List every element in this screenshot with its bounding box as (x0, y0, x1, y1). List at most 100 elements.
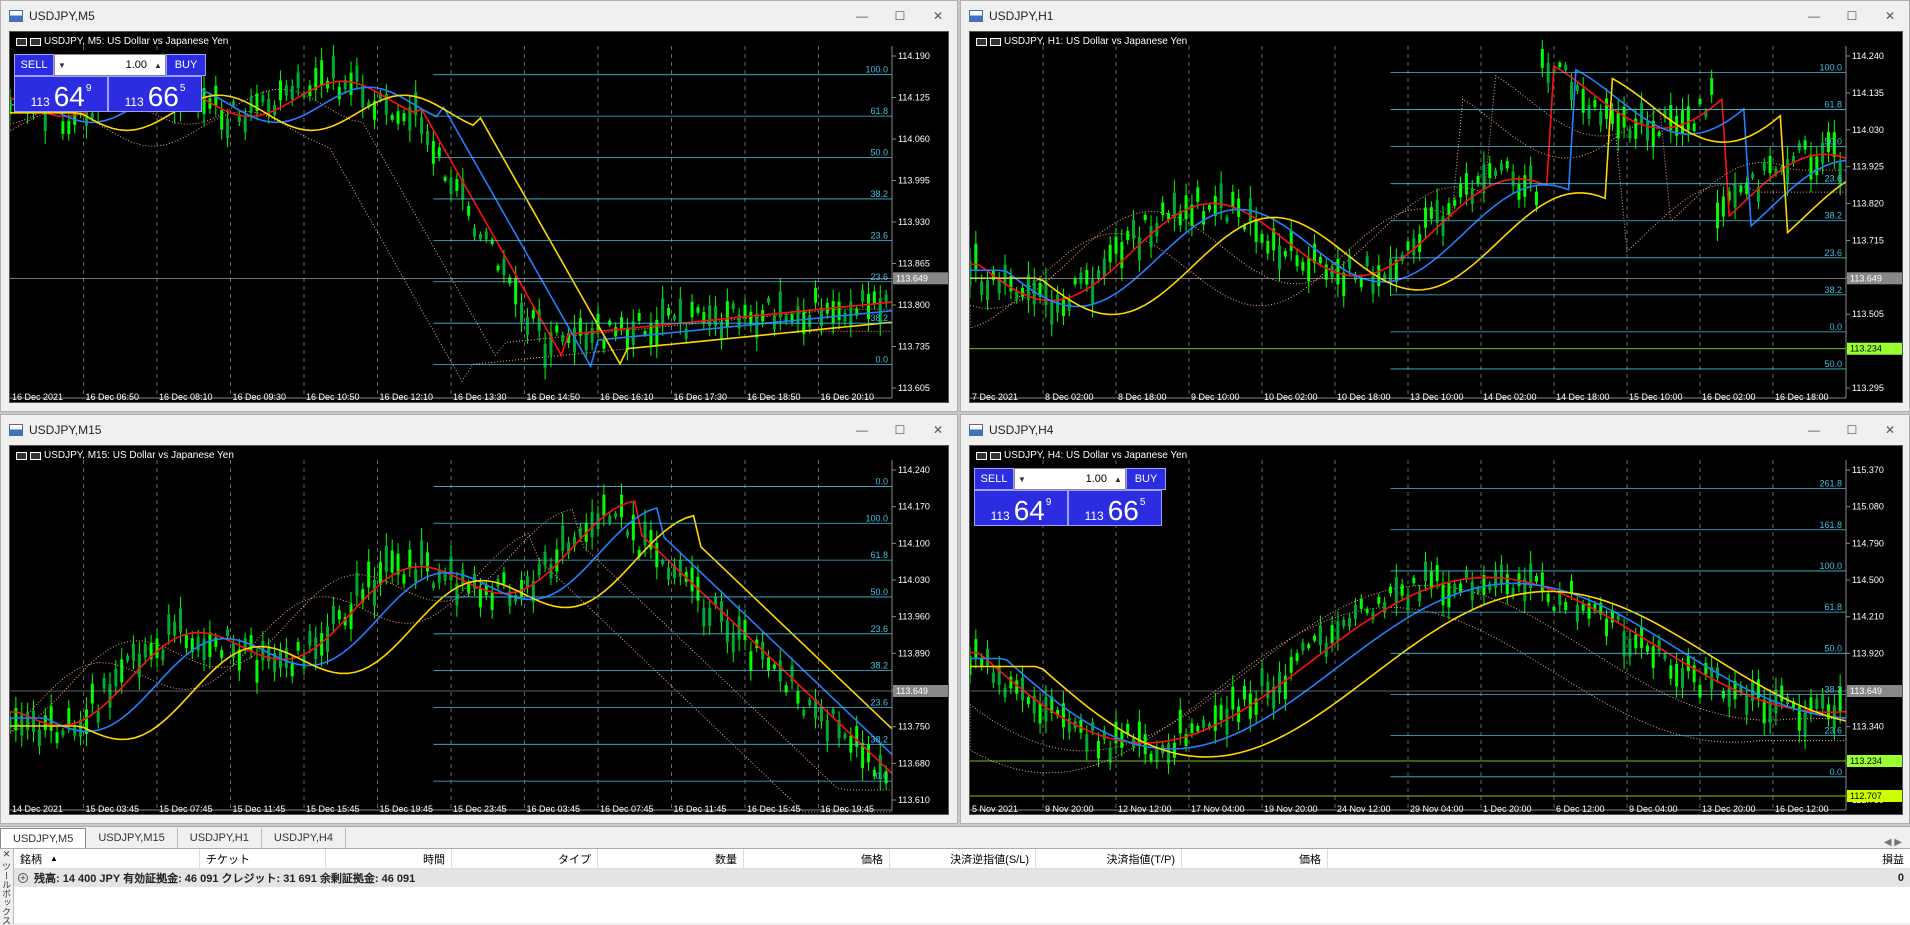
tab-usdjpy-m15[interactable]: USDJPY,M15 (86, 828, 178, 848)
lot-increase-icon[interactable]: ▲ (1111, 475, 1125, 484)
candle-body (114, 668, 118, 687)
candle-body (661, 560, 665, 565)
close-icon[interactable]: ✕ (1871, 423, 1909, 437)
candle-body (1459, 183, 1463, 198)
column-ticket[interactable]: チケット (200, 849, 326, 868)
candle-body (1412, 238, 1416, 256)
column-type[interactable]: タイプ (452, 849, 598, 868)
candle-body (1260, 668, 1264, 686)
price-chart[interactable]: USDJPY, M15: US Dollar vs Japanese Yen 0… (9, 445, 949, 815)
tab-scroll-arrows[interactable]: ◀ ▶ (1884, 837, 1910, 848)
lot-size-field[interactable]: ▼▲ (54, 54, 166, 76)
price-tick-label: 113.995 (898, 176, 930, 186)
candle-body (543, 344, 547, 368)
column-price[interactable]: 価格 (744, 849, 890, 868)
time-tick-label: 16 Dec 11:45 (674, 804, 727, 814)
candle-body (667, 567, 671, 580)
candle-body (1470, 581, 1474, 601)
close-icon[interactable]: ✕ (919, 9, 957, 23)
maximize-icon[interactable]: ☐ (881, 9, 919, 23)
buy-button[interactable]: BUY (166, 54, 206, 76)
candle-body (525, 317, 529, 335)
lot-input[interactable] (1029, 473, 1111, 485)
lot-decrease-icon[interactable]: ▼ (55, 61, 69, 70)
window-titlebar[interactable]: USDJPY,M15 — ☐ ✕ (1, 415, 957, 445)
tab-usdjpy-h4[interactable]: USDJPY,H4 (262, 828, 346, 848)
time-tick-label: 14 Dec 18:00 (1556, 392, 1610, 402)
maximize-icon[interactable]: ☐ (1833, 423, 1871, 437)
close-icon[interactable]: ✕ (919, 423, 957, 437)
candle-body (373, 580, 377, 606)
candle-body (625, 531, 629, 536)
minimize-icon[interactable]: — (1795, 423, 1833, 437)
fib-level-label: 100.0 (1819, 63, 1842, 73)
window-titlebar[interactable]: USDJPY,M5 — ☐ ✕ (1, 1, 957, 31)
lot-increase-icon[interactable]: ▲ (151, 61, 165, 70)
candle-body (1610, 110, 1614, 124)
column-sl[interactable]: 決済逆指値(S/L) (890, 849, 1036, 868)
candle-body (49, 706, 53, 731)
minimize-icon[interactable]: — (1795, 9, 1833, 23)
minimize-icon[interactable]: — (843, 9, 881, 23)
candle-body (731, 303, 735, 310)
chart-window-m5[interactable]: USDJPY,M5 — ☐ ✕ USDJPY, M5: US Dollar vs… (0, 0, 958, 412)
toolbox-side-label[interactable]: ✕ ツールボックス (0, 849, 14, 925)
candle-body (690, 567, 694, 592)
candle-body (831, 300, 835, 324)
window-title: USDJPY,M15 (29, 423, 102, 437)
candle-body (161, 650, 165, 661)
candle-body (1645, 645, 1649, 652)
candle-body (1581, 88, 1585, 113)
toolbox-close-icon[interactable]: ✕ (0, 849, 13, 860)
price-tick-label: 114.210 (1852, 612, 1884, 622)
chart-window-h4[interactable]: USDJPY,H4 — ☐ ✕ USDJPY, H4: US Dollar vs… (960, 414, 1910, 824)
price-chart[interactable]: USDJPY, M5: US Dollar vs Japanese Yen SE… (9, 31, 949, 403)
column-current-price[interactable]: 価格 (1182, 849, 1328, 868)
sell-price[interactable]: 113 64 9 (974, 490, 1068, 526)
maximize-icon[interactable]: ☐ (881, 423, 919, 437)
price-chart[interactable]: USDJPY, H1: US Dollar vs Japanese Yen 10… (969, 31, 1903, 403)
close-icon[interactable]: ✕ (1871, 9, 1909, 23)
candle-body (1494, 170, 1498, 176)
lot-size-field[interactable]: ▼▲ (1014, 468, 1126, 490)
chart-window-m15[interactable]: USDJPY,M15 — ☐ ✕ USDJPY, M15: US Dollar … (0, 414, 958, 824)
buy-price[interactable]: 113 66 5 (1068, 490, 1162, 526)
buy-button[interactable]: BUY (1126, 468, 1166, 490)
column-time[interactable]: 時間 (326, 849, 452, 868)
balance-profit: 0 (1897, 872, 1904, 884)
price-tick-label: 113.680 (898, 758, 930, 768)
tab-usdjpy-m5[interactable]: USDJPY,M5 (0, 828, 87, 848)
candle-body (1762, 162, 1766, 171)
candle-body (1196, 187, 1200, 202)
price-chart[interactable]: USDJPY, H4: US Dollar vs Japanese Yen SE… (969, 445, 1903, 815)
sell-button[interactable]: SELL (974, 468, 1014, 490)
column-symbol[interactable]: 銘柄 ▲ (14, 849, 200, 868)
time-tick-label: 17 Nov 04:00 (1191, 804, 1245, 814)
sell-button[interactable]: SELL (14, 54, 54, 76)
fib-level-label: 0.0 (875, 355, 888, 365)
lot-decrease-icon[interactable]: ▼ (1015, 475, 1029, 484)
column-profit[interactable]: 損益 (1328, 849, 1910, 868)
minimize-icon[interactable]: — (843, 423, 881, 437)
candle-body (667, 307, 671, 316)
candle-body (1447, 203, 1451, 215)
balance-row[interactable]: + 残高: 14 400 JPY 有効証拠金: 46 091 クレジット: 31… (14, 869, 1910, 887)
expand-plus-icon[interactable]: + (18, 873, 28, 883)
tab-usdjpy-h1[interactable]: USDJPY,H1 (178, 828, 262, 848)
price-tick-label: 113.890 (898, 648, 930, 658)
window-titlebar[interactable]: USDJPY,H4 — ☐ ✕ (961, 415, 1909, 445)
candle-body (243, 116, 247, 133)
column-volume[interactable]: 数量 (598, 849, 744, 868)
sell-price[interactable]: 113 64 9 (14, 76, 108, 112)
candle-body (67, 708, 71, 725)
column-tp[interactable]: 決済指値(T/P) (1036, 849, 1182, 868)
price-tick-label: 113.610 (898, 795, 930, 805)
chart-window-h1[interactable]: USDJPY,H1 — ☐ ✕ USDJPY, H1: US Dollar vs… (960, 0, 1910, 412)
window-titlebar[interactable]: USDJPY,H1 — ☐ ✕ (961, 1, 1909, 31)
maximize-icon[interactable]: ☐ (1833, 9, 1871, 23)
buy-price[interactable]: 113 66 5 (108, 76, 202, 112)
candle-body (337, 610, 341, 620)
lot-input[interactable] (69, 59, 151, 71)
candle-body (1733, 184, 1737, 208)
candle-body (590, 327, 594, 343)
